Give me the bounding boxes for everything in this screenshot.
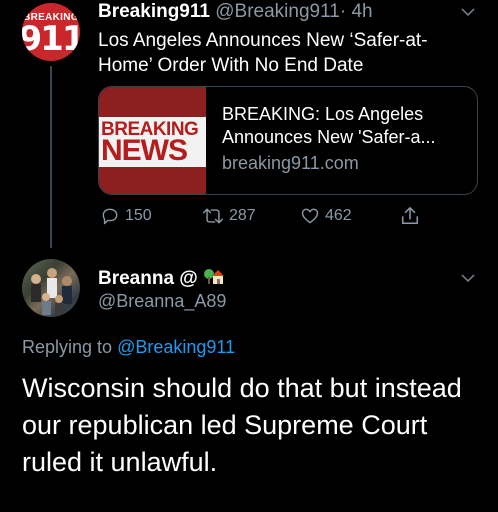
link-card[interactable]: BREAKING NEWS BREAKING: Los Angeles Anno… [98, 86, 478, 195]
tweet1-author-handle[interactable]: @Breaking911 [215, 1, 340, 22]
tweet1-header: Breaking911 @Breaking911· 4h [98, 0, 373, 24]
retweet-action[interactable]: 287 [202, 204, 256, 228]
link-card-domain: breaking911.com [222, 153, 359, 173]
house-with-garden-emoji-icon [204, 269, 225, 284]
tweet1-separator: · [339, 1, 347, 22]
reply-count: 150 [125, 207, 152, 224]
tweet1-text: Los Angeles Announces New ‘Safer-at-Home… [98, 30, 428, 76]
reply-action[interactable]: 150 [100, 204, 152, 228]
replying-to-prefix: Replying to [22, 337, 113, 357]
breaking911-avatar[interactable]: BREAKING 911 [22, 3, 80, 61]
tweet1-time[interactable]: 4h [351, 1, 372, 22]
link-card-image: BREAKING NEWS [99, 87, 206, 194]
tweet1-author-name[interactable]: Breaking911 [98, 1, 210, 22]
link-card-title: BREAKING: Los Angeles Announces New 'Saf… [222, 104, 436, 147]
replying-to-link[interactable]: @Breaking911 [117, 337, 235, 357]
tweet1-more-chevron-icon[interactable] [461, 4, 475, 22]
card-image-news-text: NEWS [101, 134, 188, 167]
group-photo-icon [31, 268, 72, 315]
share-action[interactable] [400, 204, 420, 228]
like-action[interactable]: 462 [300, 204, 352, 228]
heart-icon [301, 208, 319, 224]
avatar-911-text: 911 [22, 18, 80, 59]
retweet-icon [202, 208, 224, 224]
tweet2-author-name[interactable]: Breanna @ [98, 266, 225, 290]
like-count: 462 [325, 207, 352, 224]
breanna-avatar[interactable] [22, 259, 80, 317]
share-icon [401, 207, 419, 225]
replying-to: Replying to @Breaking911 [22, 337, 235, 358]
retweet-count: 287 [229, 207, 256, 224]
tweet2-author-handle[interactable]: @Breanna_A89 [98, 291, 226, 312]
reply-icon [102, 208, 118, 225]
tweet2-more-chevron-icon[interactable] [461, 270, 475, 288]
tweet2-text: Wisconsin should do that but instead our… [22, 373, 462, 477]
thread-line [50, 66, 52, 248]
tweet2-author-name-text: Breanna @ [98, 268, 198, 289]
